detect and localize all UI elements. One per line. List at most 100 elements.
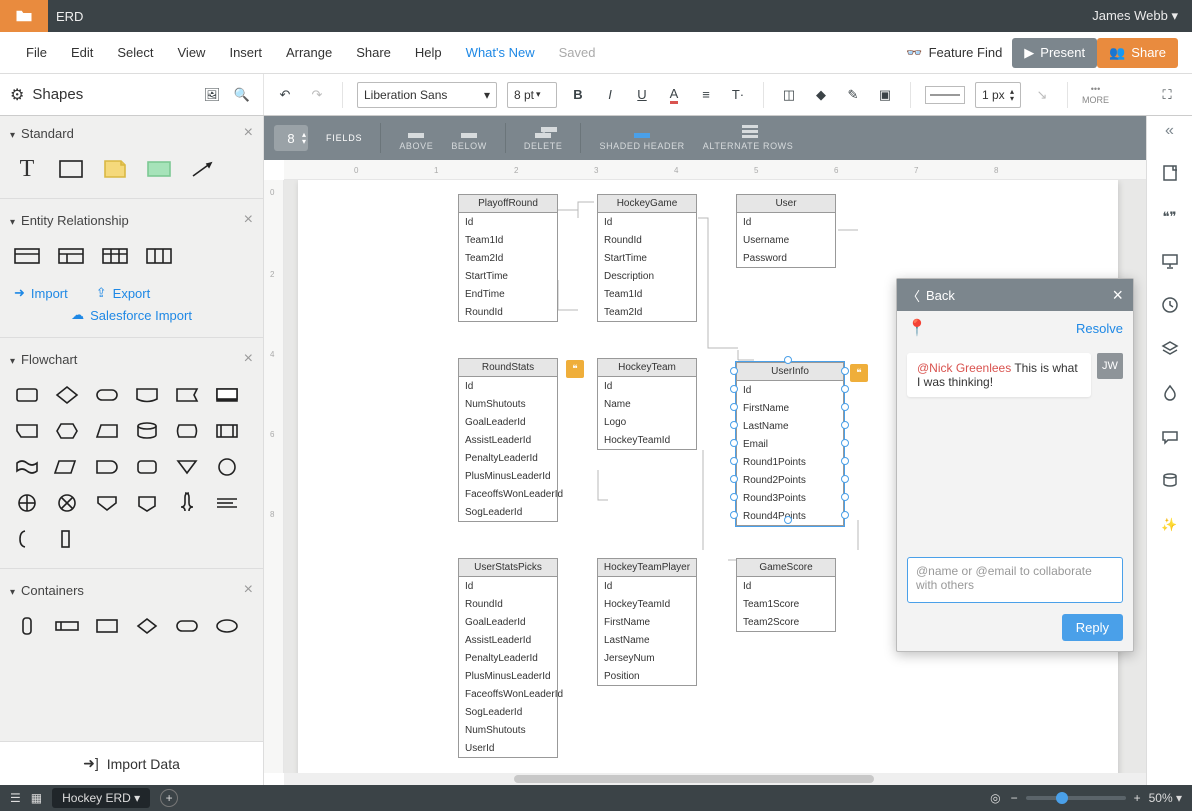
- flow-shape[interactable]: [172, 454, 202, 480]
- menu-select[interactable]: Select: [105, 45, 165, 60]
- database-icon[interactable]: [1159, 470, 1181, 492]
- list-view-icon[interactable]: ☰: [10, 791, 21, 805]
- font-select[interactable]: Liberation Sans▾: [357, 82, 497, 108]
- history-icon[interactable]: [1159, 294, 1181, 316]
- erd-port[interactable]: [730, 439, 738, 447]
- entity-field[interactable]: GoalLeaderId: [459, 413, 557, 431]
- flow-shape[interactable]: [212, 490, 242, 516]
- entity-field[interactable]: GoalLeaderId: [459, 613, 557, 631]
- entity-field[interactable]: Team1Id: [598, 285, 696, 303]
- erd-port[interactable]: [730, 385, 738, 393]
- entity-field[interactable]: Id: [459, 577, 557, 595]
- quote-icon[interactable]: ❝❞: [1159, 206, 1181, 228]
- flow-shape[interactable]: [12, 490, 42, 516]
- zoom-slider[interactable]: [1026, 796, 1126, 800]
- entity-field[interactable]: AssistLeaderId: [459, 631, 557, 649]
- entity-field[interactable]: UserId: [459, 739, 557, 757]
- flow-shape[interactable]: [52, 526, 82, 552]
- shape-text[interactable]: T: [12, 156, 42, 182]
- entity-field[interactable]: FirstName: [598, 613, 696, 631]
- layers-icon[interactable]: [1159, 338, 1181, 360]
- undo-icon[interactable]: ↶: [274, 84, 296, 106]
- selection-handle[interactable]: [784, 516, 792, 524]
- flow-shape[interactable]: [132, 454, 162, 480]
- entity-field[interactable]: AssistLeaderId: [459, 431, 557, 449]
- reply-button[interactable]: Reply: [1062, 614, 1123, 641]
- flow-shape[interactable]: [52, 490, 82, 516]
- entity-field[interactable]: Round3Points: [737, 489, 843, 507]
- entity-hockeyteam[interactable]: HockeyTeam Id Name Logo HockeyTeamId: [597, 358, 697, 450]
- flow-shape[interactable]: [52, 454, 82, 480]
- entity-field[interactable]: StartTime: [598, 249, 696, 267]
- er-shape-1[interactable]: [12, 243, 42, 269]
- erd-port[interactable]: [730, 421, 738, 429]
- entity-field[interactable]: RoundId: [459, 303, 557, 321]
- erd-port[interactable]: [841, 493, 849, 501]
- resolve-button[interactable]: Resolve: [1076, 321, 1123, 336]
- comment-marker[interactable]: [566, 360, 584, 378]
- gear-icon[interactable]: ⚙: [10, 85, 24, 105]
- er-shape-4[interactable]: [144, 243, 174, 269]
- entity-field[interactable]: Team1Score: [737, 595, 835, 613]
- collapse-icon[interactable]: «: [1165, 122, 1174, 140]
- flow-shape[interactable]: [212, 454, 242, 480]
- reply-input[interactable]: [907, 557, 1123, 603]
- folder-icon[interactable]: [0, 0, 48, 32]
- entity-field[interactable]: Id: [737, 381, 843, 399]
- entity-field[interactable]: FaceoffsWonLeaderId: [459, 685, 557, 703]
- flow-shape[interactable]: [172, 490, 202, 516]
- flow-shape[interactable]: [92, 418, 122, 444]
- flow-shape[interactable]: [132, 490, 162, 516]
- zoom-in-button[interactable]: +: [1134, 791, 1141, 805]
- flow-shape[interactable]: [132, 418, 162, 444]
- entity-field[interactable]: StartTime: [459, 267, 557, 285]
- entity-field[interactable]: Username: [737, 231, 835, 249]
- entity-field[interactable]: JerseyNum: [598, 649, 696, 667]
- more-button[interactable]: •••MORE: [1082, 84, 1109, 105]
- underline-icon[interactable]: U: [631, 84, 653, 106]
- entity-field[interactable]: Id: [598, 213, 696, 231]
- section-flowchart[interactable]: Flowchart×: [0, 342, 263, 376]
- shadow-icon[interactable]: ▣: [874, 84, 896, 106]
- presentation-icon[interactable]: [1159, 250, 1181, 272]
- erd-port[interactable]: [730, 367, 738, 375]
- container-shape[interactable]: [132, 613, 162, 639]
- entity-field[interactable]: HockeyTeamId: [598, 595, 696, 613]
- entity-field[interactable]: PlusMinusLeaderId: [459, 667, 557, 685]
- menu-edit[interactable]: Edit: [59, 45, 105, 60]
- entity-field[interactable]: Email: [737, 435, 843, 453]
- erd-port[interactable]: [730, 493, 738, 501]
- import-link[interactable]: ➜Import: [14, 285, 68, 301]
- erd-port[interactable]: [730, 475, 738, 483]
- flow-shape[interactable]: [12, 454, 42, 480]
- close-icon[interactable]: ×: [244, 211, 253, 229]
- comment-marker[interactable]: [850, 364, 868, 382]
- section-containers[interactable]: Containers×: [0, 573, 263, 607]
- align-icon[interactable]: ≡: [695, 84, 717, 106]
- erd-port[interactable]: [841, 403, 849, 411]
- flow-shape[interactable]: [92, 454, 122, 480]
- flow-shape[interactable]: [92, 382, 122, 408]
- entity-field[interactable]: NumShutouts: [459, 721, 557, 739]
- shaded-header-button[interactable]: SHADED HEADER: [599, 125, 684, 151]
- add-below-button[interactable]: BELOW: [451, 125, 487, 151]
- flow-shape[interactable]: [12, 418, 42, 444]
- entity-field[interactable]: Team2Id: [598, 303, 696, 321]
- entity-field[interactable]: Id: [598, 377, 696, 395]
- entity-field[interactable]: Id: [737, 213, 835, 231]
- entity-field[interactable]: Round1Points: [737, 453, 843, 471]
- close-icon[interactable]: ×: [244, 581, 253, 599]
- entity-user[interactable]: User Id Username Password: [736, 194, 836, 268]
- flow-shape[interactable]: [172, 418, 202, 444]
- entity-field[interactable]: HockeyTeamId: [598, 431, 696, 449]
- entity-field[interactable]: LastName: [737, 417, 843, 435]
- container-shape[interactable]: [12, 613, 42, 639]
- flow-shape[interactable]: [52, 382, 82, 408]
- entity-field[interactable]: Id: [459, 213, 557, 231]
- shape-arrow[interactable]: [188, 156, 218, 182]
- entity-field[interactable]: Name: [598, 395, 696, 413]
- container-shape[interactable]: [212, 613, 242, 639]
- entity-field[interactable]: FaceoffsWonLeaderId: [459, 485, 557, 503]
- flow-shape[interactable]: [12, 382, 42, 408]
- entity-gamescore[interactable]: GameScore Id Team1Score Team2Score: [736, 558, 836, 632]
